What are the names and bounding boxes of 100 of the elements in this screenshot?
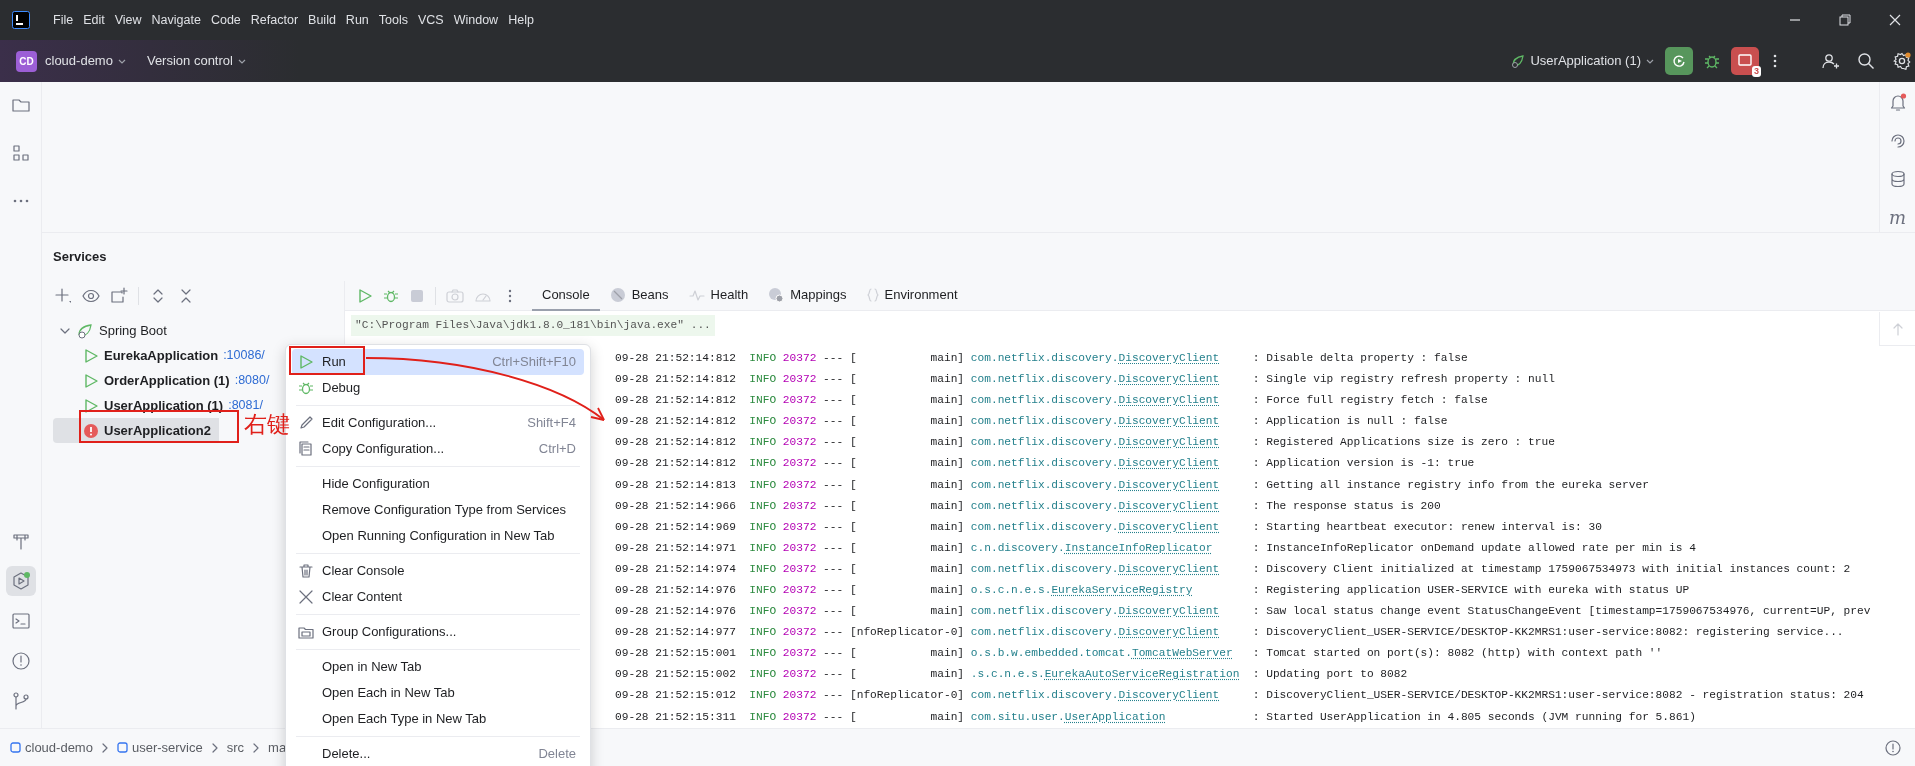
process-id: 20372 [782,477,818,493]
logger-name[interactable]: .s.c.n.e.s.EurekaAutoServiceRegistration [970,666,1253,684]
logger-name[interactable]: com.netflix.discovery.DiscoveryClient [970,371,1253,388]
logger-name[interactable]: o.s.b.w.embedded.tomcat.TomcatWebServer [970,645,1253,663]
log-separator: --- [823,540,845,556]
tree-item[interactable]: UserApplication2 [53,418,219,443]
menu-item[interactable]: Hide Configuration [292,471,584,497]
log-level: INFO [749,540,778,556]
add-user-icon[interactable] [1821,52,1839,70]
log-timestamp: 09-28 21:52:15:001 [615,646,737,662]
menu-item[interactable]: Edit Configuration... Shift+F4 [292,410,584,436]
menu-item[interactable]: Run Ctrl+Shift+F10 [292,349,584,375]
log-separator: --- [823,625,845,641]
breadcrumb-item[interactable]: user-service [116,737,203,758]
menu-item[interactable]: Open Each Type in New Tab [292,706,584,732]
log-message: : The response status is 200 [1252,498,1441,514]
console-tab[interactable]: Health [678,280,759,311]
log-level: INFO [749,688,778,704]
logger-name[interactable]: com.netflix.discovery.DiscoveryClient [970,476,1253,494]
logger-name[interactable]: com.netflix.discovery.DiscoveryClient [970,455,1253,473]
console-tab[interactable]: Mappings [758,280,857,311]
project-selector[interactable]: cloud-demo [45,51,127,71]
maven-button[interactable]: m [1888,208,1907,227]
logger-name[interactable]: com.netflix.discovery.DiscoveryClient [970,497,1253,515]
menu-item[interactable]: VCS [413,10,449,30]
menu-item[interactable]: Help [503,10,539,30]
menu-item[interactable]: Navigate [146,10,206,30]
thread-name: [ main] [849,519,966,535]
logger-name[interactable]: com.situ.user.UserApplication [970,708,1253,726]
problems-icon[interactable] [10,651,31,671]
tree-item[interactable]: OrderApplication (1) :8080/ [53,368,278,393]
search-icon[interactable] [1857,52,1875,70]
menu-item[interactable]: Code [205,10,246,30]
menu-item[interactable]: Clear Console [292,558,584,584]
stop-button[interactable]: 3 [1731,47,1759,75]
menu-item[interactable]: Refactor [245,10,304,30]
menu-item[interactable]: File [48,10,79,30]
menu-item[interactable]: Tools [373,10,413,30]
menu-item[interactable]: Open in New Tab [292,654,584,680]
thread-name: [ main] [849,709,966,725]
tree-group[interactable]: Spring Boot [53,318,175,343]
git-icon[interactable] [10,691,31,711]
settings-icon[interactable] [1893,52,1911,70]
logger-name[interactable]: com.netflix.discovery.DiscoveryClient [970,392,1253,409]
logger-name[interactable]: com.netflix.discovery.DiscoveryClient [970,624,1253,641]
terminal-icon[interactable] [10,611,31,631]
logger-name[interactable]: com.netflix.discovery.DiscoveryClient [970,434,1253,452]
menu-item[interactable]: Window [448,10,504,30]
rerun-button[interactable] [1665,47,1693,75]
logger-name[interactable]: c.n.discovery.InstanceInfoReplicator [970,539,1253,557]
process-id: 20372 [782,414,818,430]
logger-name[interactable]: com.netflix.discovery.DiscoveryClient [970,603,1253,620]
logger-name[interactable]: com.netflix.discovery.DiscoveryClient [970,560,1253,578]
console-tab[interactable]: Environment [856,280,968,311]
copy-icon [298,441,314,457]
logger-name[interactable]: o.s.c.n.e.s.EurekaServiceRegistry [970,581,1253,599]
breadcrumb-item[interactable]: cloud-demo [10,737,93,758]
eye-icon[interactable] [82,287,100,305]
console-tab[interactable]: Beans [599,280,679,311]
run-config-selector[interactable]: UserApplication (1) [1510,51,1655,71]
logger-name[interactable]: com.netflix.discovery.DiscoveryClient [970,687,1253,705]
logger-name[interactable]: com.netflix.discovery.DiscoveryClient [970,413,1253,430]
logger-name[interactable]: com.netflix.discovery.DiscoveryClient [970,518,1253,536]
menu-item[interactable]: Open Running Configuration in New Tab [292,523,584,549]
breadcrumb-item[interactable]: src [226,737,245,758]
logger-name[interactable]: com.netflix.discovery.DiscoveryClient [970,349,1253,367]
menu-item[interactable]: View [109,10,147,30]
thread-name: [ main] [849,498,966,514]
new-tab-icon[interactable] [110,287,128,305]
more-icon[interactable] [1773,53,1777,69]
vcs-selector[interactable]: Version control [146,51,247,71]
menu-item[interactable]: Remove Configuration Type from Services [292,497,584,523]
run-icon[interactable] [357,287,373,304]
menu-item[interactable]: Open Each in New Tab [292,680,584,706]
log-separator: --- [823,414,845,430]
menu-item[interactable]: Copy Configuration... Ctrl+D [292,436,584,462]
menu-item[interactable]: Group Configurations... [292,619,584,645]
log-separator: --- [823,435,845,451]
log-level: INFO [749,625,778,641]
stop-icon [1738,54,1752,68]
process-id: 20372 [782,372,818,388]
add-icon[interactable] [54,287,72,305]
services-icon[interactable] [10,571,31,591]
structure-icon[interactable] [10,143,31,163]
menu-item[interactable]: Edit [78,10,110,30]
hammer-icon[interactable] [10,531,31,551]
folder-icon [298,624,314,640]
console-tab[interactable]: Console [532,280,600,311]
tree-item[interactable]: EurekaApplication :10086/ [53,343,273,368]
restore-icon[interactable] [1839,14,1851,26]
menu-item[interactable]: Clear Content [292,584,584,610]
breadcrumb-item[interactable]: ma [268,737,287,758]
menu-item[interactable]: Debug [292,375,584,401]
menu-item[interactable]: Run [340,10,374,30]
problems-icon[interactable] [1885,739,1901,756]
process-id: 20372 [782,646,818,662]
menu-item[interactable]: Build [303,10,341,30]
close-icon[interactable] [1889,14,1901,26]
process-id: 20372 [782,604,818,620]
menu-item[interactable]: Delete... Delete [292,741,584,766]
